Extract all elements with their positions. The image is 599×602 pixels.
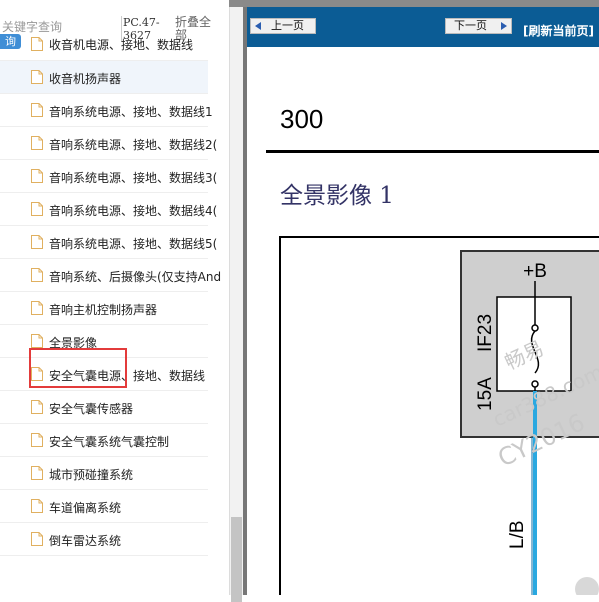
document-icon bbox=[31, 268, 43, 282]
tree-item-label: 全景影像 bbox=[49, 336, 98, 350]
tree-item[interactable]: 收音机电源、接地、数据线 bbox=[0, 20, 208, 61]
circuit-tree: 收音机电源、接地、数据线 收音机扬声器音响系统电源、接地、数据线1 音响系统电源、接… bbox=[0, 37, 229, 556]
watermark-logo bbox=[575, 577, 599, 595]
document-icon bbox=[31, 103, 43, 117]
tree-item-label: 安全气囊传感器 bbox=[49, 402, 134, 416]
fuse-name-label: IF23 bbox=[475, 314, 496, 352]
tree-item-label: 音响主机控制扬声器 bbox=[49, 303, 158, 317]
document-icon bbox=[31, 70, 43, 84]
sidebar-scrollbar[interactable] bbox=[229, 7, 243, 602]
wiring-diagram: +B IF23 15A L/B 畅易 car388.com CY2016 bbox=[279, 236, 599, 595]
document-viewer: 上一页 下一页 [刷新当前页] 300 全景影像 1 +B IF23 15A L… bbox=[247, 7, 599, 595]
scrollbar-thumb[interactable] bbox=[231, 517, 242, 602]
tree-item-label: 音响系统电源、接地、数据线2( bbox=[49, 138, 218, 152]
tree-item-label: 安全气囊电源、接地、数据线 bbox=[49, 369, 206, 383]
document-icon bbox=[31, 202, 43, 216]
tree-item-label: 收音机扬声器 bbox=[49, 72, 122, 86]
tree-item-label: 收音机电源、接地、数据线 bbox=[49, 38, 194, 52]
tree-item-selected[interactable]: 全景影像 bbox=[0, 325, 208, 358]
fuse-terminal-bottom bbox=[531, 380, 539, 388]
document-icon bbox=[31, 301, 43, 315]
fuse-rating-label: 15A bbox=[475, 377, 496, 411]
tree-item[interactable]: 音响主机控制扬声器 bbox=[0, 292, 208, 325]
tree-item[interactable]: 音响系统电源、接地、数据线2( bbox=[0, 127, 217, 160]
tree-item-label: 安全气囊系统气囊控制 bbox=[49, 435, 170, 449]
tree-item[interactable]: 倒车雷达系统 bbox=[0, 523, 208, 556]
catalog-sidebar: 关键字查询 询 PC.47-3627 折叠全部 收音机电源、接地、数据线 收音机扬… bbox=[0, 0, 229, 595]
document-icon bbox=[31, 235, 43, 249]
tree-item-label: 音响系统电源、接地、数据线1 bbox=[49, 105, 213, 119]
tree-item[interactable]: 音响系统电源、接地、数据线5( bbox=[0, 226, 217, 259]
document-icon bbox=[31, 37, 43, 51]
document-icon bbox=[31, 433, 43, 447]
fuse-supply-label: +B bbox=[523, 261, 547, 282]
tree-item[interactable]: 音响系统电源、接地、数据线3( bbox=[0, 160, 217, 193]
document-icon bbox=[31, 136, 43, 150]
tree-item-label: 城市预碰撞系统 bbox=[49, 468, 134, 482]
document-icon bbox=[31, 169, 43, 183]
tree-item-label: 音响系统、后摄像头(仅支持And bbox=[49, 270, 222, 284]
tree-item-label: 倒车雷达系统 bbox=[49, 534, 122, 548]
document-icon bbox=[31, 532, 43, 546]
tree-item-label: 音响系统电源、接地、数据线5( bbox=[49, 237, 218, 251]
tree-item[interactable]: 安全气囊电源、接地、数据线 bbox=[0, 358, 208, 391]
document-icon bbox=[31, 499, 43, 513]
tree-item[interactable]: 安全气囊传感器 bbox=[0, 391, 208, 424]
tree-item[interactable]: 安全气囊系统气囊控制 bbox=[0, 424, 208, 457]
tree-item[interactable]: 音响系统电源、接地、数据线4( bbox=[0, 193, 217, 226]
tree-item[interactable]: 音响系统、后摄像头(仅支持And bbox=[0, 259, 221, 292]
tree-item[interactable]: 收音机扬声器 bbox=[0, 61, 208, 94]
tree-item-label: 音响系统电源、接地、数据线3( bbox=[49, 171, 218, 185]
tree-item[interactable]: 音响系统电源、接地、数据线1 bbox=[0, 94, 213, 127]
wire-color-label: L/B bbox=[507, 520, 528, 549]
tree-item-label: 音响系统电源、接地、数据线4( bbox=[49, 204, 218, 218]
document-icon bbox=[31, 367, 43, 381]
document-icon bbox=[31, 400, 43, 414]
tree-item[interactable]: 车道偏离系统 bbox=[0, 490, 208, 523]
tree-item[interactable]: 城市预碰撞系统 bbox=[0, 457, 208, 490]
document-icon bbox=[31, 334, 43, 348]
tree-item-label: 车道偏离系统 bbox=[49, 501, 122, 515]
document-icon bbox=[31, 466, 43, 480]
fuse-terminal-top bbox=[531, 324, 539, 332]
